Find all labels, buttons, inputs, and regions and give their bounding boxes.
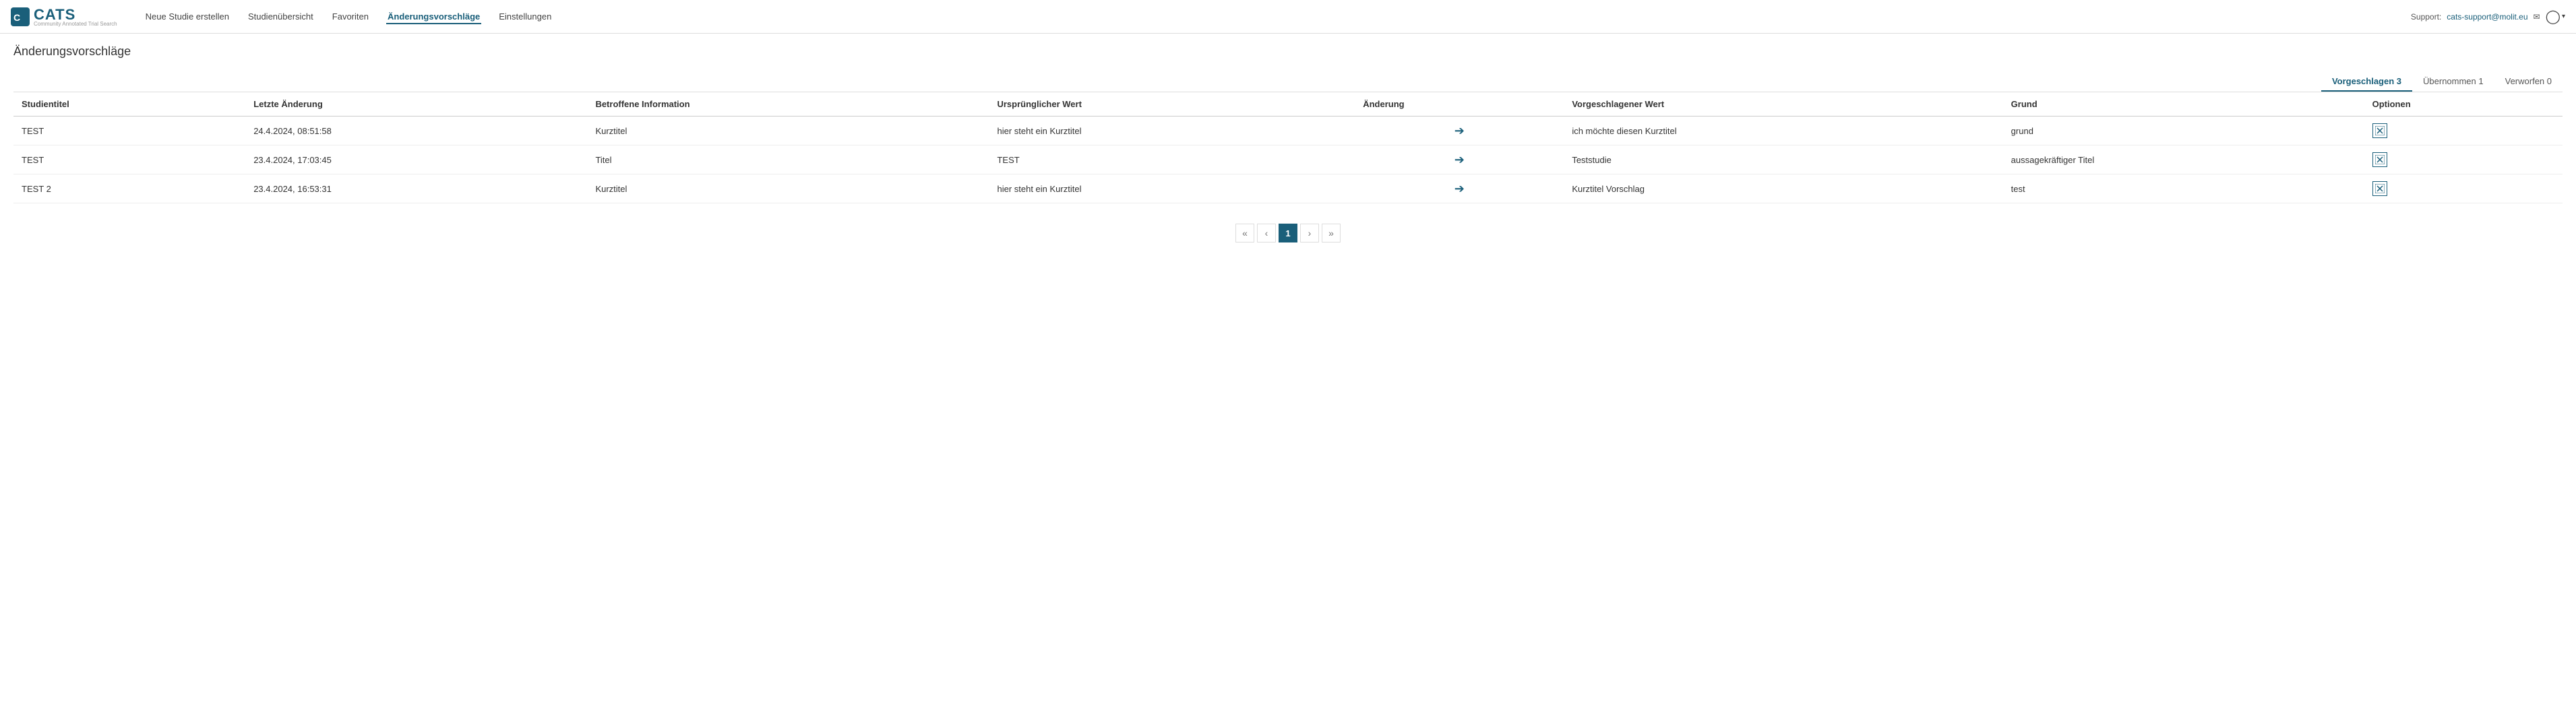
changes-table: Studientitel Letzte Änderung Betroffene … xyxy=(13,92,2563,203)
table-row: TEST 2 23.4.2024, 16:53:31 Kurztitel hie… xyxy=(13,174,2563,203)
cats-logo-icon: C xyxy=(11,7,30,26)
col-urspruenglicher-wert: Ursprünglicher Wert xyxy=(989,92,1355,117)
cell-aenderung-arrow: ➔ xyxy=(1355,174,1564,203)
pagination-first[interactable]: « xyxy=(1235,224,1254,242)
table-row: TEST 24.4.2024, 08:51:58 Kurztitel hier … xyxy=(13,117,2563,145)
cell-letzte-aenderung: 23.4.2024, 17:03:45 xyxy=(245,145,587,174)
chevron-down-icon: ▾ xyxy=(2562,13,2565,20)
cell-betroffene-info: Kurztitel xyxy=(587,174,989,203)
cell-studientitel: TEST xyxy=(13,145,245,174)
pagination-last[interactable]: » xyxy=(1322,224,1341,242)
cell-grund: grund xyxy=(2003,117,2364,145)
cell-studientitel: TEST xyxy=(13,117,245,145)
cell-letzte-aenderung: 23.4.2024, 16:53:31 xyxy=(245,174,587,203)
cell-vorgeschlagener-wert: ich möchte diesen Kurztitel xyxy=(1564,117,2002,145)
cell-optionen xyxy=(2364,174,2563,203)
page-title: Änderungsvorschläge xyxy=(13,44,2563,59)
check-x-icon xyxy=(2375,155,2385,164)
cell-aenderung-arrow: ➔ xyxy=(1355,145,1564,174)
cell-urspruenglicher-wert: TEST xyxy=(989,145,1355,174)
pagination-next[interactable]: › xyxy=(1300,224,1319,242)
cell-grund: aussagekräftiger Titel xyxy=(2003,145,2364,174)
col-betroffene-info: Betroffene Information xyxy=(587,92,989,117)
nav-favoriten[interactable]: Favoriten xyxy=(331,9,370,24)
table-row: TEST 23.4.2024, 17:03:45 Titel TEST ➔ Te… xyxy=(13,145,2563,174)
col-grund: Grund xyxy=(2003,92,2364,117)
nav-aenderungsvorschlaege[interactable]: Änderungsvorschläge xyxy=(386,9,481,24)
support-email[interactable]: cats-support@molit.eu xyxy=(2447,12,2527,22)
col-vorgeschlagener-wert: Vorgeschlagener Wert xyxy=(1564,92,2002,117)
col-aenderung: Änderung xyxy=(1355,92,1564,117)
cell-vorgeschlagener-wert: Teststudie xyxy=(1564,145,2002,174)
pagination-page-1[interactable]: 1 xyxy=(1279,224,1297,242)
nav-studienuebersicht[interactable]: Studienübersicht xyxy=(247,9,315,24)
check-x-icon xyxy=(2375,126,2385,135)
pagination: « ‹ 1 › » xyxy=(13,217,2563,249)
nav-neue-studie[interactable]: Neue Studie erstellen xyxy=(144,9,231,24)
nav-einstellungen[interactable]: Einstellungen xyxy=(497,9,553,24)
action-icon-1[interactable] xyxy=(2372,152,2387,167)
check-x-icon xyxy=(2375,184,2385,193)
action-icon-0[interactable] xyxy=(2372,123,2387,138)
col-optionen: Optionen xyxy=(2364,92,2563,117)
col-letzte-aenderung: Letzte Änderung xyxy=(245,92,587,117)
cell-betroffene-info: Titel xyxy=(587,145,989,174)
col-studientitel: Studientitel xyxy=(13,92,245,117)
cell-optionen xyxy=(2364,117,2563,145)
cell-studientitel: TEST 2 xyxy=(13,174,245,203)
navbar-right: Support: cats-support@molit.eu ✉ ◯ ▾ xyxy=(2411,8,2565,25)
pagination-prev[interactable]: ‹ xyxy=(1257,224,1276,242)
cell-urspruenglicher-wert: hier steht ein Kurztitel xyxy=(989,117,1355,145)
cell-grund: test xyxy=(2003,174,2364,203)
tab-verworfen[interactable]: Verworfen 0 xyxy=(2494,72,2563,92)
account-icon: ◯ xyxy=(2546,8,2560,25)
table-header-row: Studientitel Letzte Änderung Betroffene … xyxy=(13,92,2563,117)
email-icon: ✉ xyxy=(2534,12,2540,22)
tab-uebernommen[interactable]: Übernommen 1 xyxy=(2412,72,2494,92)
tabs-row: Vorgeschlagen 3 Übernommen 1 Verworfen 0 xyxy=(13,72,2563,92)
cell-optionen xyxy=(2364,145,2563,174)
page-content: Änderungsvorschläge Vorgeschlagen 3 Über… xyxy=(0,34,2576,260)
cell-vorgeschlagener-wert: Kurztitel Vorschlag xyxy=(1564,174,2002,203)
cell-aenderung-arrow: ➔ xyxy=(1355,117,1564,145)
user-menu-button[interactable]: ◯ ▾ xyxy=(2546,8,2565,25)
action-icon-2[interactable] xyxy=(2372,181,2387,196)
logo-area[interactable]: C CATS Community Annotated Trial Search xyxy=(11,6,117,27)
tab-vorgeschlagen[interactable]: Vorgeschlagen 3 xyxy=(2321,72,2412,92)
cell-letzte-aenderung: 24.4.2024, 08:51:58 xyxy=(245,117,587,145)
navbar: C CATS Community Annotated Trial Search … xyxy=(0,0,2576,34)
logo-sub: Community Annotated Trial Search xyxy=(34,21,117,27)
support-label: Support: xyxy=(2411,12,2441,22)
cell-urspruenglicher-wert: hier steht ein Kurztitel xyxy=(989,174,1355,203)
svg-text:C: C xyxy=(13,12,20,23)
cell-betroffene-info: Kurztitel xyxy=(587,117,989,145)
